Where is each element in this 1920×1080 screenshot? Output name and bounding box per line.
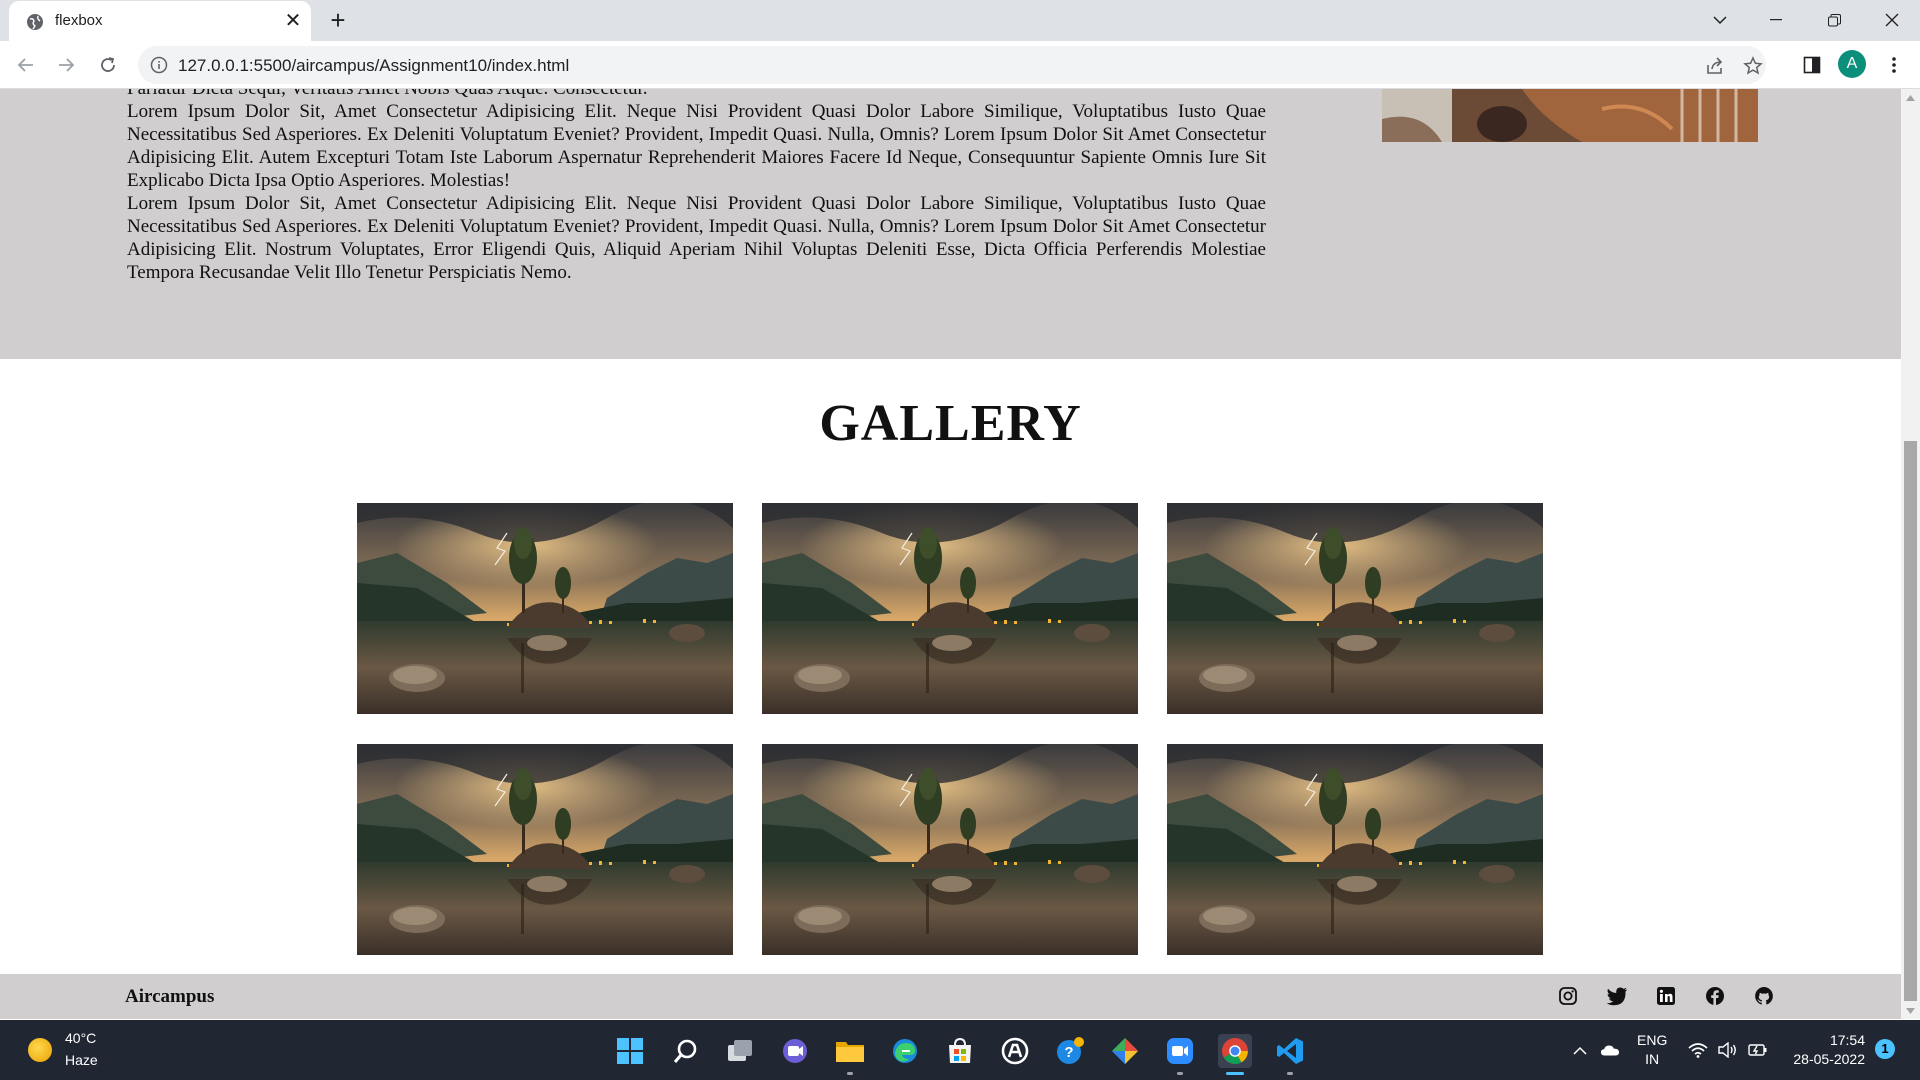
twitter-icon[interactable] (1606, 985, 1628, 1007)
menu-kebab-icon[interactable] (1882, 53, 1906, 77)
gallery-image (357, 744, 733, 955)
site-info-icon[interactable] (150, 56, 168, 74)
instagram-icon[interactable] (1557, 985, 1579, 1007)
about-paragraph: Lorem ipsum dolor sit, amet consectetur … (127, 101, 1266, 191)
page-scrollbar[interactable] (1901, 89, 1920, 1019)
about-section: Pariatur Dicta Sequi, Veritatis Amet Nob… (0, 89, 1901, 359)
side-panel-icon[interactable] (1800, 53, 1824, 77)
reload-button[interactable] (92, 49, 124, 81)
start-windows-icon[interactable] (613, 1034, 647, 1068)
forward-button[interactable] (50, 49, 82, 81)
cursor-app-icon[interactable] (998, 1034, 1032, 1068)
git-app-icon[interactable] (1108, 1034, 1142, 1068)
clock-date: 28-05-2022 (1793, 1051, 1865, 1067)
gallery-image (1167, 503, 1543, 714)
back-button[interactable] (10, 49, 42, 81)
gallery-image (762, 744, 1138, 955)
facebook-icon[interactable] (1704, 985, 1726, 1007)
active-indicator (1226, 1072, 1244, 1075)
profile-avatar[interactable]: A (1838, 50, 1866, 78)
close-tab-icon[interactable]: ✕ (281, 9, 305, 33)
minimize-button[interactable] (1748, 0, 1804, 40)
gallery-image (762, 503, 1138, 714)
microsoft-store-icon[interactable] (943, 1034, 977, 1068)
browser-toolbar: 127.0.0.1:5500/aircampus/Assignment10/in… (0, 41, 1920, 89)
globe-icon (26, 13, 44, 31)
volume-icon[interactable] (1718, 1040, 1738, 1060)
weather-condition: Haze (65, 1052, 98, 1068)
running-indicator (847, 1072, 853, 1075)
about-image (1382, 89, 1758, 142)
new-tab-button[interactable]: + (324, 7, 352, 35)
address-bar[interactable]: 127.0.0.1:5500/aircampus/Assignment10/in… (138, 46, 1766, 84)
clock[interactable]: 17:54 28-05-2022 (1785, 1031, 1865, 1069)
tab-search-icon[interactable] (1692, 0, 1748, 40)
gallery-image (357, 503, 733, 714)
share-icon[interactable] (1704, 55, 1726, 77)
file-explorer-icon[interactable] (833, 1034, 867, 1075)
region-code: IN (1645, 1051, 1660, 1067)
footer-brand: Aircampus (125, 986, 215, 1007)
svg-text:?: ? (1064, 1044, 1073, 1061)
help-app-icon[interactable]: ? (1053, 1034, 1087, 1068)
language-code: ENG (1637, 1032, 1668, 1048)
running-indicator (1287, 1072, 1293, 1075)
browser-tab-strip: flexbox ✕ + (0, 0, 1920, 41)
weather-temperature: 40°C (65, 1030, 97, 1046)
url-text: 127.0.0.1:5500/aircampus/Assignment10/in… (178, 56, 570, 75)
about-cut-line: Pariatur Dicta Sequi, Veritatis Amet Nob… (127, 89, 1266, 100)
search-icon[interactable] (669, 1034, 703, 1068)
battery-charging-icon[interactable] (1748, 1040, 1768, 1060)
scroll-down-arrow[interactable] (1901, 1002, 1920, 1019)
close-window-button[interactable] (1864, 0, 1920, 40)
scroll-up-arrow[interactable] (1901, 89, 1920, 106)
scrollbar-thumb[interactable] (1904, 441, 1917, 1001)
weather-sun-icon[interactable] (28, 1038, 52, 1062)
restore-button[interactable] (1806, 0, 1862, 40)
page-viewport: Pariatur Dicta Sequi, Veritatis Amet Nob… (0, 89, 1901, 1019)
chat-icon[interactable] (778, 1034, 812, 1068)
linkedin-icon[interactable] (1655, 985, 1677, 1007)
windows-taskbar: 40°C Haze ? ENG IN 17:54 28-05-2022 1 (0, 1020, 1920, 1080)
zoom-app-icon[interactable] (1163, 1034, 1197, 1075)
bookmark-star-icon[interactable] (1742, 55, 1764, 77)
gallery-title: GALLERY (819, 395, 1082, 452)
chrome-browser-icon[interactable] (1218, 1034, 1252, 1075)
browser-tab[interactable]: flexbox ✕ (9, 1, 311, 41)
wifi-icon[interactable] (1688, 1040, 1708, 1060)
tab-title: flexbox (55, 12, 103, 29)
show-hidden-icons-chevron[interactable] (1570, 1040, 1590, 1060)
vscode-icon[interactable] (1273, 1034, 1307, 1075)
about-text: Pariatur Dicta Sequi, Veritatis Amet Nob… (127, 89, 1266, 284)
onedrive-cloud-icon[interactable] (1600, 1040, 1620, 1060)
edge-browser-icon[interactable] (888, 1034, 922, 1068)
clock-time: 17:54 (1829, 1032, 1865, 1048)
task-view-icon[interactable] (723, 1034, 757, 1068)
site-footer: Aircampus (0, 974, 1901, 1019)
about-paragraph: Lorem ipsum dolor sit, amet consectetur … (127, 193, 1266, 283)
notification-badge[interactable]: 1 (1875, 1039, 1895, 1059)
gallery-image (1167, 744, 1543, 955)
running-indicator (1177, 1072, 1183, 1075)
github-icon[interactable] (1753, 985, 1775, 1007)
language-indicator[interactable]: ENG IN (1637, 1031, 1667, 1069)
